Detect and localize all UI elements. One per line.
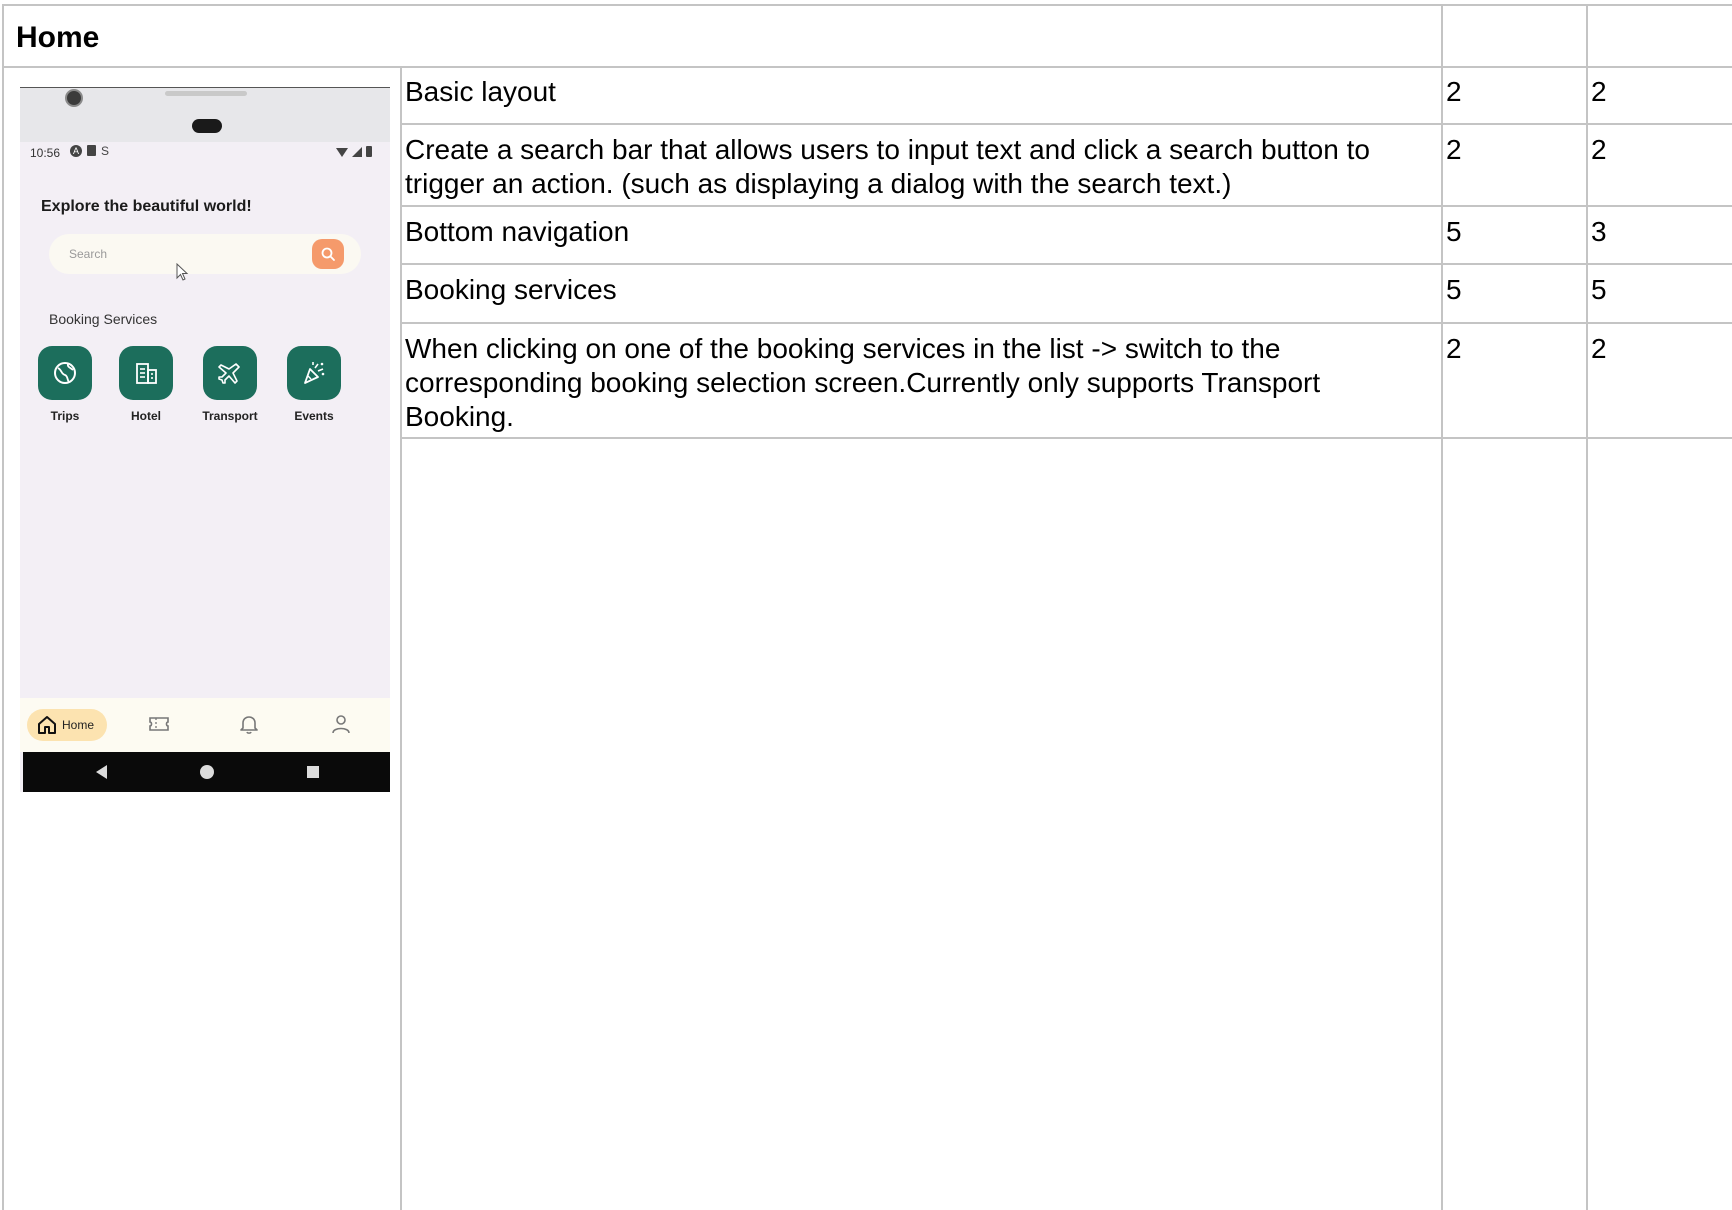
requirement-text: Basic layout [405,76,556,107]
section-title: Home [16,21,100,54]
requirement-text: Bottom navigation [405,216,630,247]
service-transport[interactable]: Transport [190,346,270,423]
table-border [400,205,1732,207]
building-icon [136,363,157,384]
service-label: Transport [202,409,258,423]
phone-bezel [20,88,390,142]
nav-home-label: Home [62,718,95,732]
camera-icon [65,89,83,107]
score-cell: 2 [1446,76,1462,107]
globe-icon [54,362,76,384]
score-cell: 2 [1591,76,1607,107]
airplane-icon [218,363,240,384]
score-cell: 2 [1591,333,1607,364]
status-time: 10:56 [30,146,61,160]
speaker-grille [165,91,247,96]
service-hotel[interactable]: Hotel [106,346,186,423]
table-border [400,66,402,1210]
search-input[interactable]: Search [69,247,107,261]
search-button[interactable] [312,239,344,269]
system-navigation-bar [23,752,390,792]
table-border [400,322,1732,324]
table-border [1441,4,1443,1210]
table-border [400,437,1732,439]
nav-home[interactable]: Home [27,709,107,741]
service-events[interactable]: Events [274,346,354,423]
table-border [3,4,1732,6]
score-cell: 2 [1591,134,1607,165]
score-cell: 5 [1591,274,1607,305]
profile-icon[interactable] [330,713,352,735]
wifi-icon [336,148,348,157]
back-icon[interactable] [96,765,107,779]
booking-services-label: Booking Services [49,311,158,327]
party-popper-icon [304,362,325,384]
service-label: Hotel [131,409,161,423]
battery-icon [366,146,372,157]
service-trips[interactable]: Trips [25,346,105,423]
mouse-cursor-icon [176,263,189,281]
s-notification-icon: S [101,144,110,158]
signal-icon [352,147,362,157]
search-bar[interactable]: Search [49,234,361,274]
status-bar: 10:56 A S [20,142,390,166]
table-border [400,263,1732,265]
service-label: Trips [50,409,80,423]
service-label: Events [294,409,334,423]
search-icon [321,247,335,261]
home-icon [38,716,56,734]
sim-icon [87,145,96,156]
score-cell: 5 [1446,274,1462,305]
score-cell: 2 [1446,134,1462,165]
notification-a-icon: A [70,145,82,157]
table-border [3,66,1732,68]
phone-screenshot: 10:56 A S Explore the beautiful world! S… [20,87,390,792]
headline: Explore the beautiful world! [41,198,252,215]
bottom-navigation: Home [20,698,390,752]
score-cell: 5 [1446,216,1462,247]
requirement-text: When clicking on one of the booking serv… [405,333,1321,432]
table-border [2,4,4,1210]
requirement-text: Create a search bar that allows users to… [405,134,1370,199]
score-cell: 2 [1446,333,1462,364]
table-border [400,123,1732,125]
requirement-text: Booking services [405,274,617,305]
camera-pill [192,119,222,133]
score-cell: 3 [1591,216,1607,247]
table-border [1586,4,1588,1210]
ticket-icon[interactable] [147,713,171,735]
home-circle-icon[interactable] [200,765,214,779]
recents-icon[interactable] [307,766,319,778]
bell-icon[interactable] [238,713,260,735]
